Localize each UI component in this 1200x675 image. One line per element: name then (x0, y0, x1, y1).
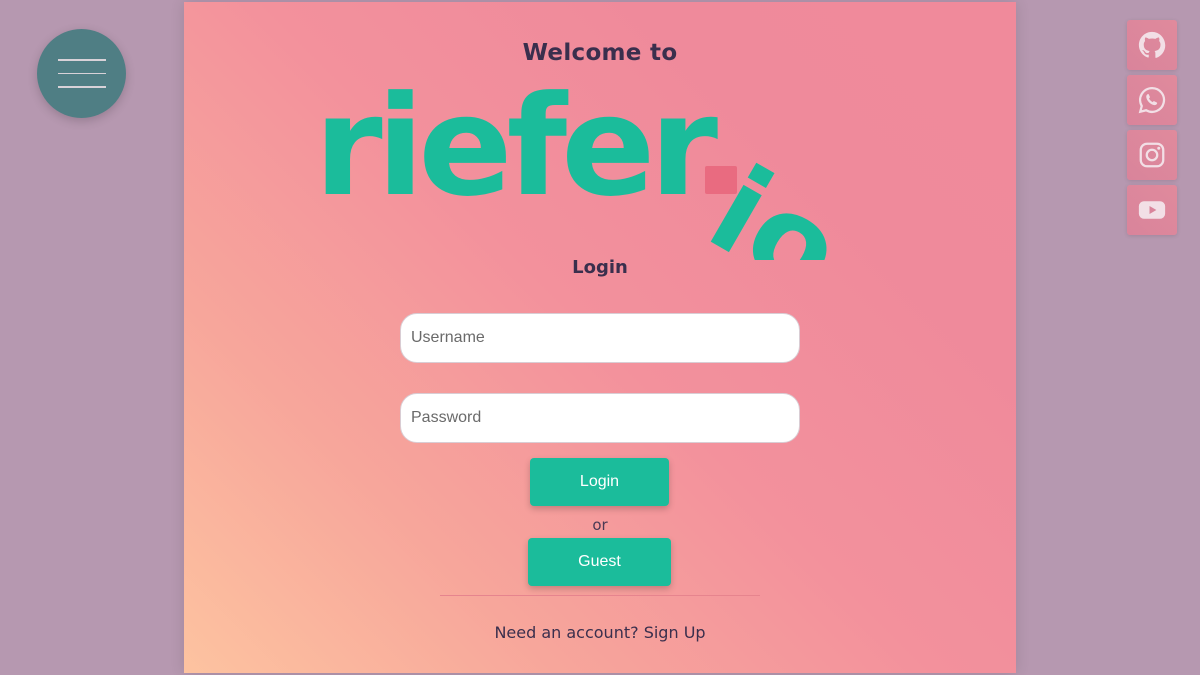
login-title: Login (572, 257, 628, 278)
logo-main-text: riefer (314, 80, 718, 227)
instagram-link[interactable] (1127, 130, 1177, 180)
logo: riefer io (314, 80, 865, 260)
signup-line: Need an account? Sign Up (184, 623, 1016, 642)
github-link[interactable] (1127, 20, 1177, 70)
username-input[interactable] (400, 313, 800, 363)
login-button[interactable]: Login (530, 458, 669, 506)
guest-button[interactable]: Guest (528, 538, 671, 586)
signup-prompt: Need an account? (494, 623, 639, 642)
hamburger-icon (57, 59, 106, 61)
instagram-icon (1139, 142, 1165, 168)
signup-link[interactable]: Sign Up (644, 623, 706, 642)
youtube-icon (1138, 201, 1166, 219)
divider (440, 595, 760, 596)
youtube-link[interactable] (1127, 185, 1177, 235)
whatsapp-link[interactable] (1127, 75, 1177, 125)
whatsapp-icon (1138, 86, 1166, 114)
login-card: Welcome to riefer io Login Login or Gues… (184, 2, 1016, 673)
welcome-heading: Welcome to (522, 40, 678, 66)
menu-button[interactable] (37, 29, 126, 118)
logo-suffix-text: io (688, 141, 865, 260)
password-input[interactable] (400, 393, 800, 443)
github-icon (1138, 31, 1166, 58)
or-separator: or (592, 516, 608, 534)
